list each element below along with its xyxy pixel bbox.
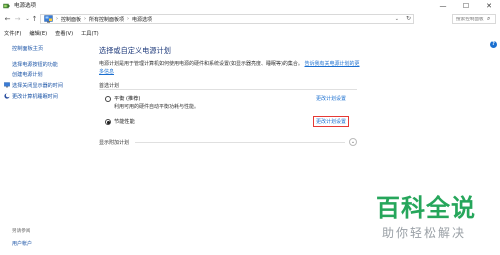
watermark-subtitle: 助你轻松解决 [382,226,467,240]
plan-balanced-change-link[interactable]: 更改计划设置 [316,95,346,102]
additional-plans-row[interactable]: 显示附加计划 ⌄ [99,138,357,148]
breadcrumb-separator: › [56,16,58,22]
minimize-button[interactable]: — [432,0,454,12]
menu-tools[interactable]: 工具(T) [81,30,99,37]
search-icon[interactable]: ⌕ [487,15,490,23]
description-text: 电源计划是用于管理计算机如何使用电源的硬件和系统设置(如显示器亮度、睡眠等)的集… [99,61,303,67]
breadcrumb-power-options[interactable]: 电源选项 [132,16,152,23]
navigation-bar: ← → ⌄ ↑ › 控制面板 › 所有控制面板项 › 电源选项 ⌄ ↻ ⌕ [0,12,500,26]
up-icon[interactable]: ↑ [30,14,39,24]
power-options-icon [3,3,10,9]
plan-balanced-description: 利用可用的硬件自动平衡功耗与性能。 [114,104,200,110]
plan-balanced-name[interactable]: 平衡 (推荐) [114,95,140,102]
monitor-icon [4,82,10,88]
user-accounts-link[interactable]: 用户帐户 [12,240,32,247]
chevron-down-icon[interactable]: ⌄ [349,138,357,146]
page-description: 电源计划是用于管理计算机如何使用电源的硬件和系统设置(如显示器亮度、睡眠等)的集… [99,60,361,76]
window-title: 电源选项 [14,3,37,9]
breadcrumb-all-items[interactable]: 所有控制面板项 [89,16,124,23]
preferred-plans-label: 首选计划 [99,83,120,89]
sidebar-item-create-plan[interactable]: 创建电源计划 [12,71,43,78]
watermark: 百科全说 助你轻松解决 [376,194,496,246]
additional-plans-label[interactable]: 显示附加计划 [99,139,129,146]
menu-file[interactable]: 文件(F) [4,30,21,37]
forward-icon[interactable]: → [13,14,22,24]
breadcrumb-separator: › [84,16,87,22]
sidebar-item-sleep-time[interactable]: 更改计算机睡眠时间 [12,93,58,100]
sidebar-item-display-off[interactable]: 选择关闭显示器的时间 [12,82,63,89]
plan-balanced-radio[interactable] [105,96,111,102]
address-bar[interactable]: › 控制面板 › 所有控制面板项 › 电源选项 ⌄ ↻ [40,14,414,24]
moon-icon [4,93,10,99]
menu-bar: 文件(F) 编辑(E) 查看(V) 工具(T) [0,28,103,38]
close-button[interactable]: ✕ [478,0,500,12]
page-title: 选择或自定义电源计划 [99,46,171,55]
watermark-title: 百科全说 [376,194,476,222]
breadcrumb-control-panel[interactable]: 控制面板 [61,16,81,23]
sidebar-item-power-button[interactable]: 选择电源按钮的功能 [12,61,58,68]
address-dropdown-icon[interactable]: ⌄ [395,15,399,23]
additional-plans-divider [135,142,345,143]
menu-edit[interactable]: 编辑(E) [29,30,47,37]
power-options-window: 电源选项 — ☐ ✕ ← → ⌄ ↑ › 控制面板 › 所有控制面板项 › 电源… [0,0,500,255]
maximize-button[interactable]: ☐ [455,0,477,12]
search-box[interactable]: ⌕ [452,14,496,24]
back-icon[interactable]: ← [3,14,12,24]
plan-power-saver-radio[interactable] [105,119,111,125]
search-input[interactable] [453,16,487,22]
breadcrumb-separator: › [127,16,130,22]
help-icon[interactable]: ? [490,41,497,48]
plan-power-saver-change-link[interactable]: 更改计划设置 [313,116,350,127]
sidebar-control-panel-home[interactable]: 控制面板主页 [12,45,43,52]
section-divider [99,89,357,90]
title-bar: 电源选项 — ☐ ✕ [0,0,500,12]
refresh-icon[interactable]: ↻ [406,15,411,23]
control-panel-icon [44,15,53,23]
menu-view[interactable]: 查看(V) [55,30,73,37]
see-also-heading: 另请参阅 [12,229,31,234]
plan-power-saver-name[interactable]: 节能性能 [114,118,135,125]
